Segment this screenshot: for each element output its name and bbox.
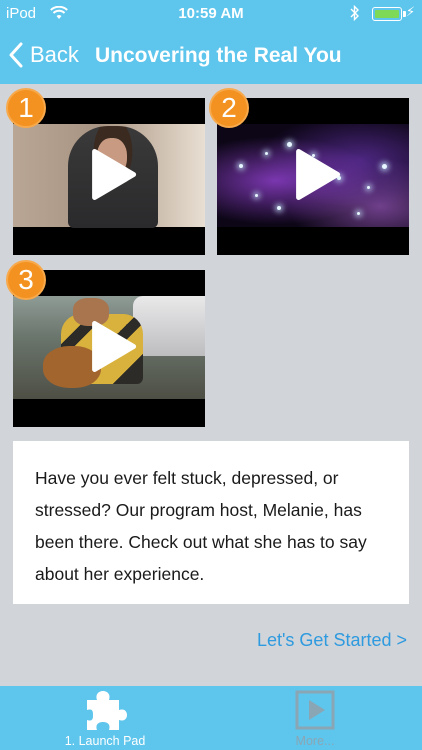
bluetooth-icon [350,4,360,26]
description-card: Have you ever felt stuck, depressed, or … [13,441,409,604]
back-label: Back [30,42,79,67]
status-bar: iPod 10:59 AM ⚡ [0,0,422,28]
video-number-badge: 2 [209,88,249,128]
get-started-link[interactable]: Let's Get Started > [257,630,407,651]
puzzle-piece-icon [83,690,127,737]
navigation-bar: Back Uncovering the Real You [0,28,422,84]
back-button[interactable]: Back [8,40,79,70]
play-icon [91,320,137,377]
chevron-left-icon [9,42,23,68]
charging-icon: ⚡ [406,4,416,19]
video-number-badge: 1 [6,88,46,128]
video-thumbnail-3[interactable] [13,270,205,427]
video-thumbnail-2[interactable] [217,98,409,255]
tab-label: 1. Launch Pad [64,734,146,748]
play-square-icon [295,690,335,735]
page-title: Uncovering the Real You [95,44,342,67]
tab-bar: 1. Launch Pad More... [0,686,422,750]
battery-icon [372,7,406,21]
play-icon [91,148,137,205]
description-text: Have you ever felt stuck, depressed, or … [35,468,367,584]
tab-launch-pad[interactable]: 1. Launch Pad [30,686,180,750]
play-icon [295,148,341,205]
tab-more[interactable]: More... [240,686,390,750]
tab-label: More... [295,734,335,748]
video-thumbnail-1[interactable] [13,98,205,255]
video-number-badge: 3 [6,260,46,300]
